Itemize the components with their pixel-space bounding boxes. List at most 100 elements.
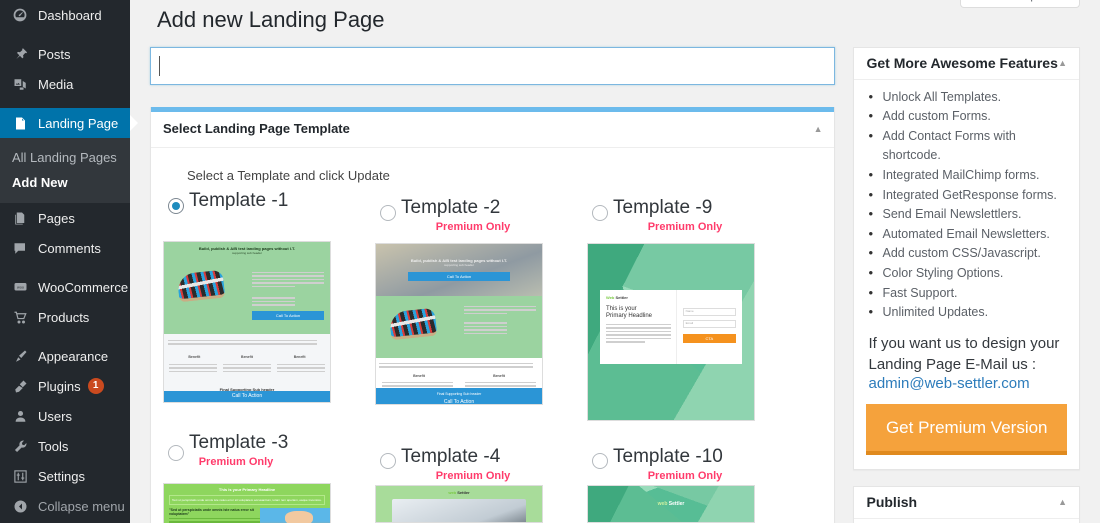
- collapse-icon: [10, 496, 30, 516]
- sidebar-item-label: Users: [38, 408, 72, 424]
- publish-header[interactable]: Publish ▲: [854, 487, 1079, 519]
- list-item: Integrated GetResponse forms.: [868, 185, 1067, 206]
- template-name: Template -10: [613, 445, 723, 467]
- features-list: Unlock All Templates. Add custom Forms. …: [854, 80, 1079, 327]
- sidebar-item-media[interactable]: Media: [0, 69, 130, 99]
- template-radio[interactable]: [592, 452, 608, 469]
- design-email-link[interactable]: admin@web-settler.com: [854, 375, 1079, 392]
- template-name: Template -4: [401, 445, 501, 467]
- sidebar-item-tools[interactable]: Tools: [0, 431, 130, 461]
- template-option[interactable]: Template -9 Premium Only Web Settler Thi…: [587, 185, 787, 421]
- template-radio[interactable]: [380, 452, 396, 469]
- template-option[interactable]: Template -4 Premium Only web Settler: [375, 427, 575, 523]
- submenu-item-all-landing-pages[interactable]: All Landing Pages: [0, 145, 130, 170]
- metabox-title: Select Landing Page Template: [163, 121, 350, 136]
- template-option[interactable]: Template -10 Premium Only web Settler: [587, 427, 787, 523]
- sidebar-item-pages[interactable]: Pages: [0, 203, 130, 233]
- page-icon: [10, 113, 30, 133]
- title-field-wrapper[interactable]: [150, 46, 836, 85]
- menu-separator: [0, 332, 130, 341]
- poststuff: Select Landing Page Template ▲ Select a …: [150, 46, 1080, 523]
- chevron-up-icon[interactable]: ▲: [1058, 58, 1067, 68]
- screen-options-tab[interactable]: Screen Options: [960, 0, 1080, 8]
- sidebar-item-label: Plugins: [38, 378, 81, 394]
- sidebar-item-label: Media: [38, 76, 74, 92]
- page-title: Add new Landing Page: [157, 7, 385, 32]
- sidebar-item-settings[interactable]: Settings: [0, 461, 130, 491]
- chevron-up-icon[interactable]: ▲: [1058, 497, 1067, 507]
- sidebar-item-label: Settings: [38, 468, 85, 484]
- design-note: If you want us to design your Landing Pa…: [868, 334, 1060, 373]
- template-option[interactable]: Template -1 Build, publish & A/B test la…: [163, 185, 363, 421]
- list-item: Add custom Forms.: [868, 106, 1067, 127]
- template-radio[interactable]: [168, 197, 184, 214]
- cart-icon: [10, 307, 30, 327]
- chevron-up-icon[interactable]: ▲: [814, 124, 823, 134]
- menu-separator: [0, 99, 130, 108]
- metabox-header[interactable]: Select Landing Page Template ▲: [151, 112, 835, 148]
- sidebar-item-label: Appearance: [38, 348, 109, 364]
- sidebar-item-plugins[interactable]: Plugins 1: [0, 371, 130, 401]
- sidebar-item-appearance[interactable]: Appearance: [0, 341, 130, 371]
- template-thumbnail[interactable]: Build, publish & A/B test landing pages …: [163, 240, 331, 403]
- sidebar-item-woocommerce[interactable]: woo WooCommerce: [0, 272, 130, 302]
- sidebar-item-comments[interactable]: Comments: [0, 233, 130, 263]
- template-name: Template -3: [189, 431, 289, 453]
- template-thumbnail[interactable]: This is your Primary Headline Text ut pe…: [163, 482, 331, 523]
- menu-separator: [0, 30, 130, 39]
- wrench-icon: [10, 436, 30, 456]
- template-grid: Template -1 Build, publish & A/B test la…: [163, 185, 822, 523]
- premium-label: Premium Only: [647, 470, 723, 483]
- template-thumbnail[interactable]: web Settler: [375, 484, 543, 523]
- template-radio[interactable]: [592, 204, 608, 221]
- list-item: Unlock All Templates.: [868, 87, 1067, 108]
- template-thumbnail[interactable]: web Settler: [587, 484, 755, 523]
- sidebar-item-label: Collapse menu: [38, 498, 125, 514]
- template-head: Template -4 Premium Only: [375, 427, 575, 483]
- admin-sidebar: Dashboard Posts Media Landing Page All L…: [0, 0, 138, 523]
- template-head: Template -2 Premium Only: [375, 185, 575, 241]
- features-metabox: Get More Awesome Features ▲ Unlock All T…: [853, 46, 1080, 470]
- publish-actions: Save Draft Preview: [854, 519, 1079, 523]
- get-premium-version-button[interactable]: Get Premium Version: [866, 403, 1067, 455]
- publish-title: Publish: [866, 494, 918, 511]
- publish-metabox: Publish ▲ Save Draft Preview: [853, 485, 1080, 523]
- template-option[interactable]: Template -3 Premium Only This is your Pr…: [163, 427, 363, 523]
- premium-label: Premium Only: [198, 456, 274, 469]
- select-template-metabox: Select Landing Page Template ▲ Select a …: [150, 106, 836, 523]
- template-radio[interactable]: [168, 444, 184, 461]
- template-name: Template -1: [189, 189, 289, 211]
- template-option[interactable]: Template -2 Premium Only Build, publish …: [375, 185, 575, 421]
- plug-icon: [10, 376, 30, 396]
- template-head: Template -10 Premium Only: [587, 427, 787, 483]
- pin-icon: [10, 44, 30, 64]
- thumb-shoe-green: Build, publish & A/B test landing pages …: [164, 241, 330, 402]
- premium-label: Premium Only: [435, 470, 511, 483]
- template-name: Template -2: [401, 196, 501, 218]
- sidebar-item-dashboard[interactable]: Dashboard: [0, 0, 130, 30]
- features-title: Get More Awesome Features: [866, 55, 1058, 72]
- content-wrap: Screen Options Add new Landing Page Sele…: [130, 0, 1100, 523]
- text-cursor: [159, 55, 160, 76]
- sidebar-item-products[interactable]: Products: [0, 302, 130, 332]
- plugins-update-badge: 1: [87, 378, 104, 394]
- sidebar-item-users[interactable]: Users: [0, 401, 130, 431]
- template-radio[interactable]: [380, 204, 396, 221]
- template-thumbnail[interactable]: Build, publish & A/B test landing pages …: [375, 242, 543, 405]
- sidebar-item-posts[interactable]: Posts: [0, 39, 130, 69]
- features-header[interactable]: Get More Awesome Features ▲: [854, 48, 1079, 80]
- template-head: Template -9 Premium Only: [587, 185, 787, 241]
- sidebar-item-collapse-menu[interactable]: Collapse menu: [0, 491, 130, 521]
- sidebar-item-landing-page[interactable]: Landing Page: [0, 108, 138, 138]
- svg-text:woo: woo: [17, 285, 24, 289]
- thumb-green-mascot: This is your Primary Headline Text ut pe…: [164, 483, 330, 523]
- sidebar-item-label: Pages: [38, 210, 75, 226]
- post-body-column: Select Landing Page Template ▲ Select a …: [150, 46, 836, 523]
- thumb-poly-form: Web Settler This is your Primary Headline: [588, 244, 754, 420]
- menu-separator: [0, 263, 130, 272]
- template-thumbnail[interactable]: Web Settler This is your Primary Headline: [587, 242, 755, 421]
- list-item: Send Email Newslettlers.: [868, 204, 1067, 225]
- comment-icon: [10, 238, 30, 258]
- submenu-item-add-new[interactable]: Add New: [0, 170, 130, 195]
- template-head: Template -3 Premium Only: [163, 427, 363, 483]
